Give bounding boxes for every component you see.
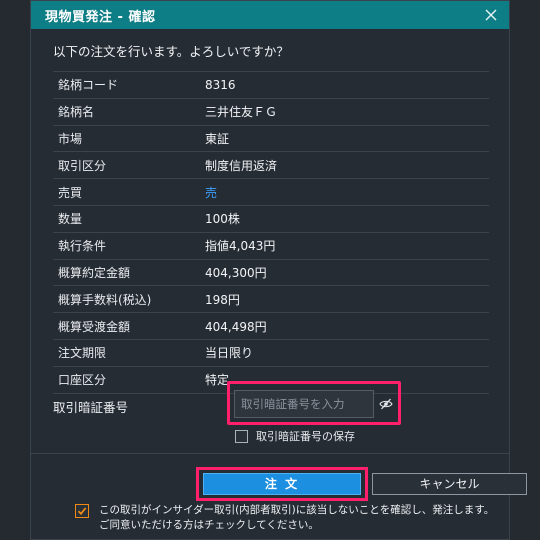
close-icon	[485, 9, 497, 21]
detail-label: 概算手数料(税込)	[58, 292, 152, 307]
order-button[interactable]: 注 文	[203, 473, 361, 495]
detail-value: 特定	[205, 373, 230, 388]
insider-confirm-line2: ご同意いただける方はチェックしてください。	[99, 518, 319, 531]
detail-label: 口座区分	[58, 373, 107, 388]
save-pin-checkbox[interactable]	[235, 429, 248, 443]
detail-value: 三井住友ＦＧ	[205, 105, 278, 120]
detail-row-trade-type: 取引区分 制度信用返済	[53, 152, 489, 180]
detail-value-sell: 売	[205, 185, 218, 200]
dialog-title: 現物買発注 - 確認	[45, 9, 156, 25]
detail-row-name: 銘柄名 三井住友ＦＧ	[53, 99, 489, 126]
detail-row-est-settlement: 概算受渡金額 404,498円	[53, 313, 489, 340]
save-pin-option[interactable]: 取引暗証番号の保存	[235, 428, 355, 444]
close-button[interactable]	[481, 5, 501, 25]
detail-value: 404,300円	[205, 265, 267, 280]
detail-value: 制度信用返済	[205, 158, 278, 173]
confirm-prompt: 以下の注文を行います。よろしいですか？	[53, 44, 289, 59]
detail-row-est-fee: 概算手数料(税込) 198円	[53, 286, 489, 314]
detail-label: 執行条件	[58, 239, 107, 254]
detail-value: 8316	[205, 77, 236, 92]
pin-label: 取引暗証番号	[53, 400, 129, 415]
detail-row-condition: 執行条件 指値4,043円	[53, 233, 489, 260]
insider-confirm-option[interactable]: この取引がインサイダー取引(内部者取引)に該当しないことを確認し、発注します。 …	[75, 503, 515, 532]
insider-confirm-text: この取引がインサイダー取引(内部者取引)に該当しないことを確認し、発注します。 …	[99, 503, 494, 532]
detail-value: 404,498円	[205, 319, 267, 334]
eye-slash-icon	[379, 398, 393, 410]
detail-value: 指値4,043円	[205, 239, 276, 254]
detail-value: 198円	[205, 292, 240, 307]
detail-label: 市場	[58, 131, 83, 146]
backdrop-right-panel	[510, 0, 540, 540]
detail-row-side: 売買 売	[53, 179, 489, 206]
insider-confirm-line1: この取引がインサイダー取引(内部者取引)に該当しないことを確認し、発注します。	[99, 504, 495, 516]
detail-label: 数量	[58, 212, 83, 227]
detail-label: 概算約定金額	[58, 265, 131, 280]
detail-label: 売買	[58, 185, 83, 200]
detail-label: 銘柄名	[58, 105, 95, 120]
detail-row-est-amount: 概算約定金額 404,300円	[53, 260, 489, 287]
detail-row-market: 市場 東証	[53, 126, 489, 153]
detail-row-expiry: 注文期限 当日限り	[53, 340, 489, 367]
detail-label: 概算受渡金額	[58, 319, 131, 334]
checkmark-icon	[77, 507, 87, 516]
detail-row-code: 銘柄コード 8316	[53, 71, 489, 99]
divider	[31, 453, 509, 454]
detail-label: 取引区分	[58, 158, 107, 173]
detail-value: 当日限り	[205, 346, 254, 361]
insider-confirm-checkbox[interactable]	[75, 504, 89, 518]
detail-label: 銘柄コード	[58, 78, 119, 93]
detail-row-quantity: 数量 100株	[53, 206, 489, 233]
pin-input[interactable]	[234, 390, 374, 418]
save-pin-label: 取引暗証番号の保存	[256, 430, 355, 443]
backdrop-left-panel	[0, 0, 30, 540]
order-details-table: 銘柄コード 8316 銘柄名 三井住友ＦＧ 市場 東証 取引区分 制度信用返済 …	[53, 71, 489, 394]
toggle-pin-visibility-button[interactable]	[375, 390, 397, 418]
dialog-titlebar: 現物買発注 - 確認	[31, 1, 509, 29]
detail-value: 東証	[205, 131, 230, 146]
detail-value: 100株	[205, 212, 240, 227]
detail-label: 注文期限	[58, 346, 107, 361]
order-confirm-dialog: 現物買発注 - 確認 以下の注文を行います。よろしいですか？ 銘柄コード 831…	[30, 0, 527, 540]
cancel-button[interactable]: キャンセル	[372, 473, 527, 495]
